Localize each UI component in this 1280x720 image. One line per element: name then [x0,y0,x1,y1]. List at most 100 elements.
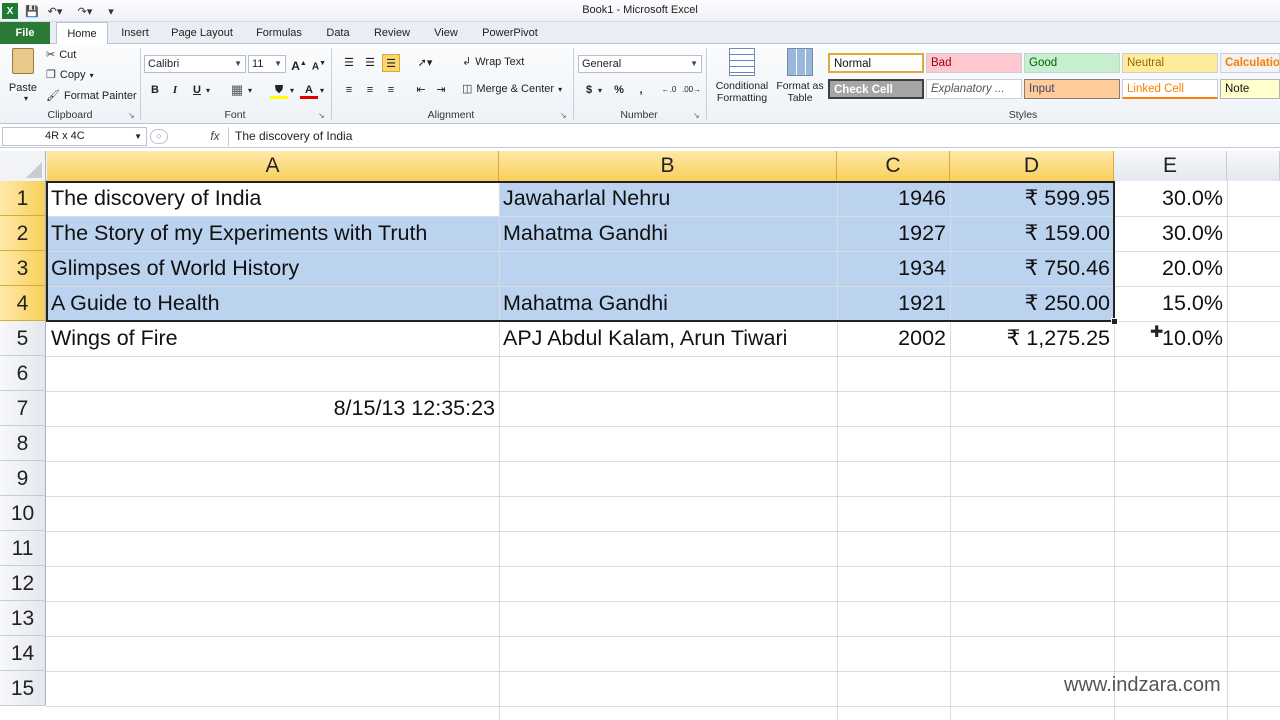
row-header-4[interactable]: 4 [0,286,46,321]
column-header-b[interactable]: B [499,151,837,181]
font-size-select[interactable]: 11 ▼ [248,55,286,73]
style-neutral[interactable]: Neutral [1122,53,1218,73]
cell-a2[interactable]: The Story of my Experiments with Truth [51,216,495,251]
cell-b5[interactable]: APJ Abdul Kalam, Arun Tiwari [503,321,833,356]
row-header-1[interactable]: 1 [0,181,46,216]
column-header-f[interactable] [1227,151,1280,181]
row-header-8[interactable]: 8 [0,426,46,461]
cell-c4[interactable]: 1921 [841,286,946,321]
cell-e3[interactable]: 20.0% [1118,251,1223,286]
cell-c2[interactable]: 1927 [841,216,946,251]
cell-e1[interactable]: 30.0% [1118,181,1223,216]
wrap-text-button[interactable]: ↲ Wrap Text [462,56,524,68]
orientation-icon[interactable]: ➚▾ [412,54,438,72]
row-header-14[interactable]: 14 [0,636,46,671]
borders-dropdown-icon[interactable]: ▾ [248,86,252,95]
clipboard-launcher-icon[interactable]: ↘ [128,111,135,120]
underline-dropdown-icon[interactable]: ▾ [206,86,210,95]
tab-page-layout[interactable]: Page Layout [166,22,238,44]
number-launcher-icon[interactable]: ↘ [693,111,700,120]
cell-b1[interactable]: Jawaharlal Nehru [503,181,833,216]
style-check-cell[interactable]: Check Cell [828,79,924,99]
cell-a1[interactable]: The discovery of India [51,181,495,216]
font-launcher-icon[interactable]: ↘ [318,111,325,120]
row-header-15[interactable]: 15 [0,671,46,706]
currency-dropdown-icon[interactable]: ▾ [598,86,602,95]
cell-d4[interactable]: ₹ 250.00 [954,286,1110,321]
row-header-6[interactable]: 6 [0,356,46,391]
style-input[interactable]: Input [1024,79,1120,99]
font-color-dropdown-icon[interactable]: ▾ [320,86,324,95]
column-header-c[interactable]: C [837,151,950,181]
merge-center-button[interactable]: ◫ Merge & Center ▾ [462,83,562,95]
column-header-a[interactable]: A [47,151,499,181]
cell-e2[interactable]: 30.0% [1118,216,1223,251]
italic-icon[interactable]: I [166,81,184,99]
borders-icon[interactable]: ▦ [228,81,246,99]
cell-d5[interactable]: ₹ 1,275.25 [954,321,1110,356]
cell-c1[interactable]: 1946 [841,181,946,216]
tab-review[interactable]: Review [366,22,418,44]
comma-style-icon[interactable]: , [632,81,650,99]
row-header-12[interactable]: 12 [0,566,46,601]
row-header-9[interactable]: 9 [0,461,46,496]
tab-data[interactable]: Data [318,22,358,44]
grow-font-icon[interactable]: A▲ [290,55,308,73]
cut-button[interactable]: ✂ Cut [46,49,76,61]
font-name-select[interactable]: Calibri ▼ [144,55,246,73]
style-bad[interactable]: Bad [926,53,1022,73]
decrease-decimal-icon[interactable]: .00→ [682,81,701,99]
fill-handle[interactable] [1111,318,1118,325]
style-note[interactable]: Note [1220,79,1280,99]
paste-label[interactable]: Paste [8,82,38,94]
align-right-icon[interactable]: ≡ [382,81,400,99]
increase-indent-icon[interactable]: ⇥ [432,81,450,99]
style-normal[interactable]: Normal [828,53,924,73]
name-box[interactable]: 4R x 4C ▼ [2,127,147,146]
style-explanatory[interactable]: Explanatory ... [926,79,1022,99]
cell-c5[interactable]: 2002 [841,321,946,356]
format-as-table-button[interactable]: Format as Table [774,48,826,104]
formula-bar-resize-icon[interactable]: ○ [150,129,168,144]
decrease-indent-icon[interactable]: ⇤ [412,81,430,99]
row-header-13[interactable]: 13 [0,601,46,636]
cell-d1[interactable]: ₹ 599.95 [954,181,1110,216]
tab-home[interactable]: Home [56,22,108,45]
paste-dropdown-icon[interactable]: ▾ [24,94,28,103]
conditional-formatting-button[interactable]: Conditional Formatting [712,48,772,104]
row-header-11[interactable]: 11 [0,531,46,566]
percent-icon[interactable]: % [610,81,628,99]
cell-b3[interactable] [503,251,833,286]
increase-decimal-icon[interactable]: ←.0 [660,81,678,99]
tab-insert[interactable]: Insert [112,22,158,44]
bold-icon[interactable]: B [146,81,164,99]
cell-d2[interactable]: ₹ 159.00 [954,216,1110,251]
font-color-icon[interactable]: A [300,81,318,99]
tab-view[interactable]: View [426,22,466,44]
cell-a3[interactable]: Glimpses of World History [51,251,495,286]
number-format-select[interactable]: General ▼ [578,55,702,73]
tab-powerpivot[interactable]: PowerPivot [476,22,544,44]
format-painter-button[interactable]: 🖌 Format Painter [46,90,137,102]
underline-icon[interactable]: U [188,81,206,99]
cell-a7[interactable]: 8/15/13 12:35:23 [51,391,495,426]
tab-file[interactable]: File [0,22,50,44]
row-header-5[interactable]: 5 [0,321,46,356]
align-center-icon[interactable]: ≡ [361,81,379,99]
align-bottom-icon[interactable]: ☰ [382,54,400,72]
style-good[interactable]: Good [1024,53,1120,73]
copy-button[interactable]: ❐ Copy ▾ [46,69,94,81]
cell-b2[interactable]: Mahatma Gandhi [503,216,833,251]
cell-a5[interactable]: Wings of Fire [51,321,495,356]
formula-input[interactable]: The discovery of India [228,127,1278,146]
row-header-7[interactable]: 7 [0,391,46,426]
shrink-font-icon[interactable]: A▼ [310,55,328,73]
cell-a4[interactable]: A Guide to Health [51,286,495,321]
select-all-button[interactable] [0,151,46,181]
cell-b4[interactable]: Mahatma Gandhi [503,286,833,321]
fill-color-dropdown-icon[interactable]: ▾ [290,86,294,95]
cell-e5[interactable]: 10.0% [1118,321,1223,356]
row-header-3[interactable]: 3 [0,251,46,286]
cell-c3[interactable]: 1934 [841,251,946,286]
align-top-icon[interactable]: ☰ [340,54,358,72]
